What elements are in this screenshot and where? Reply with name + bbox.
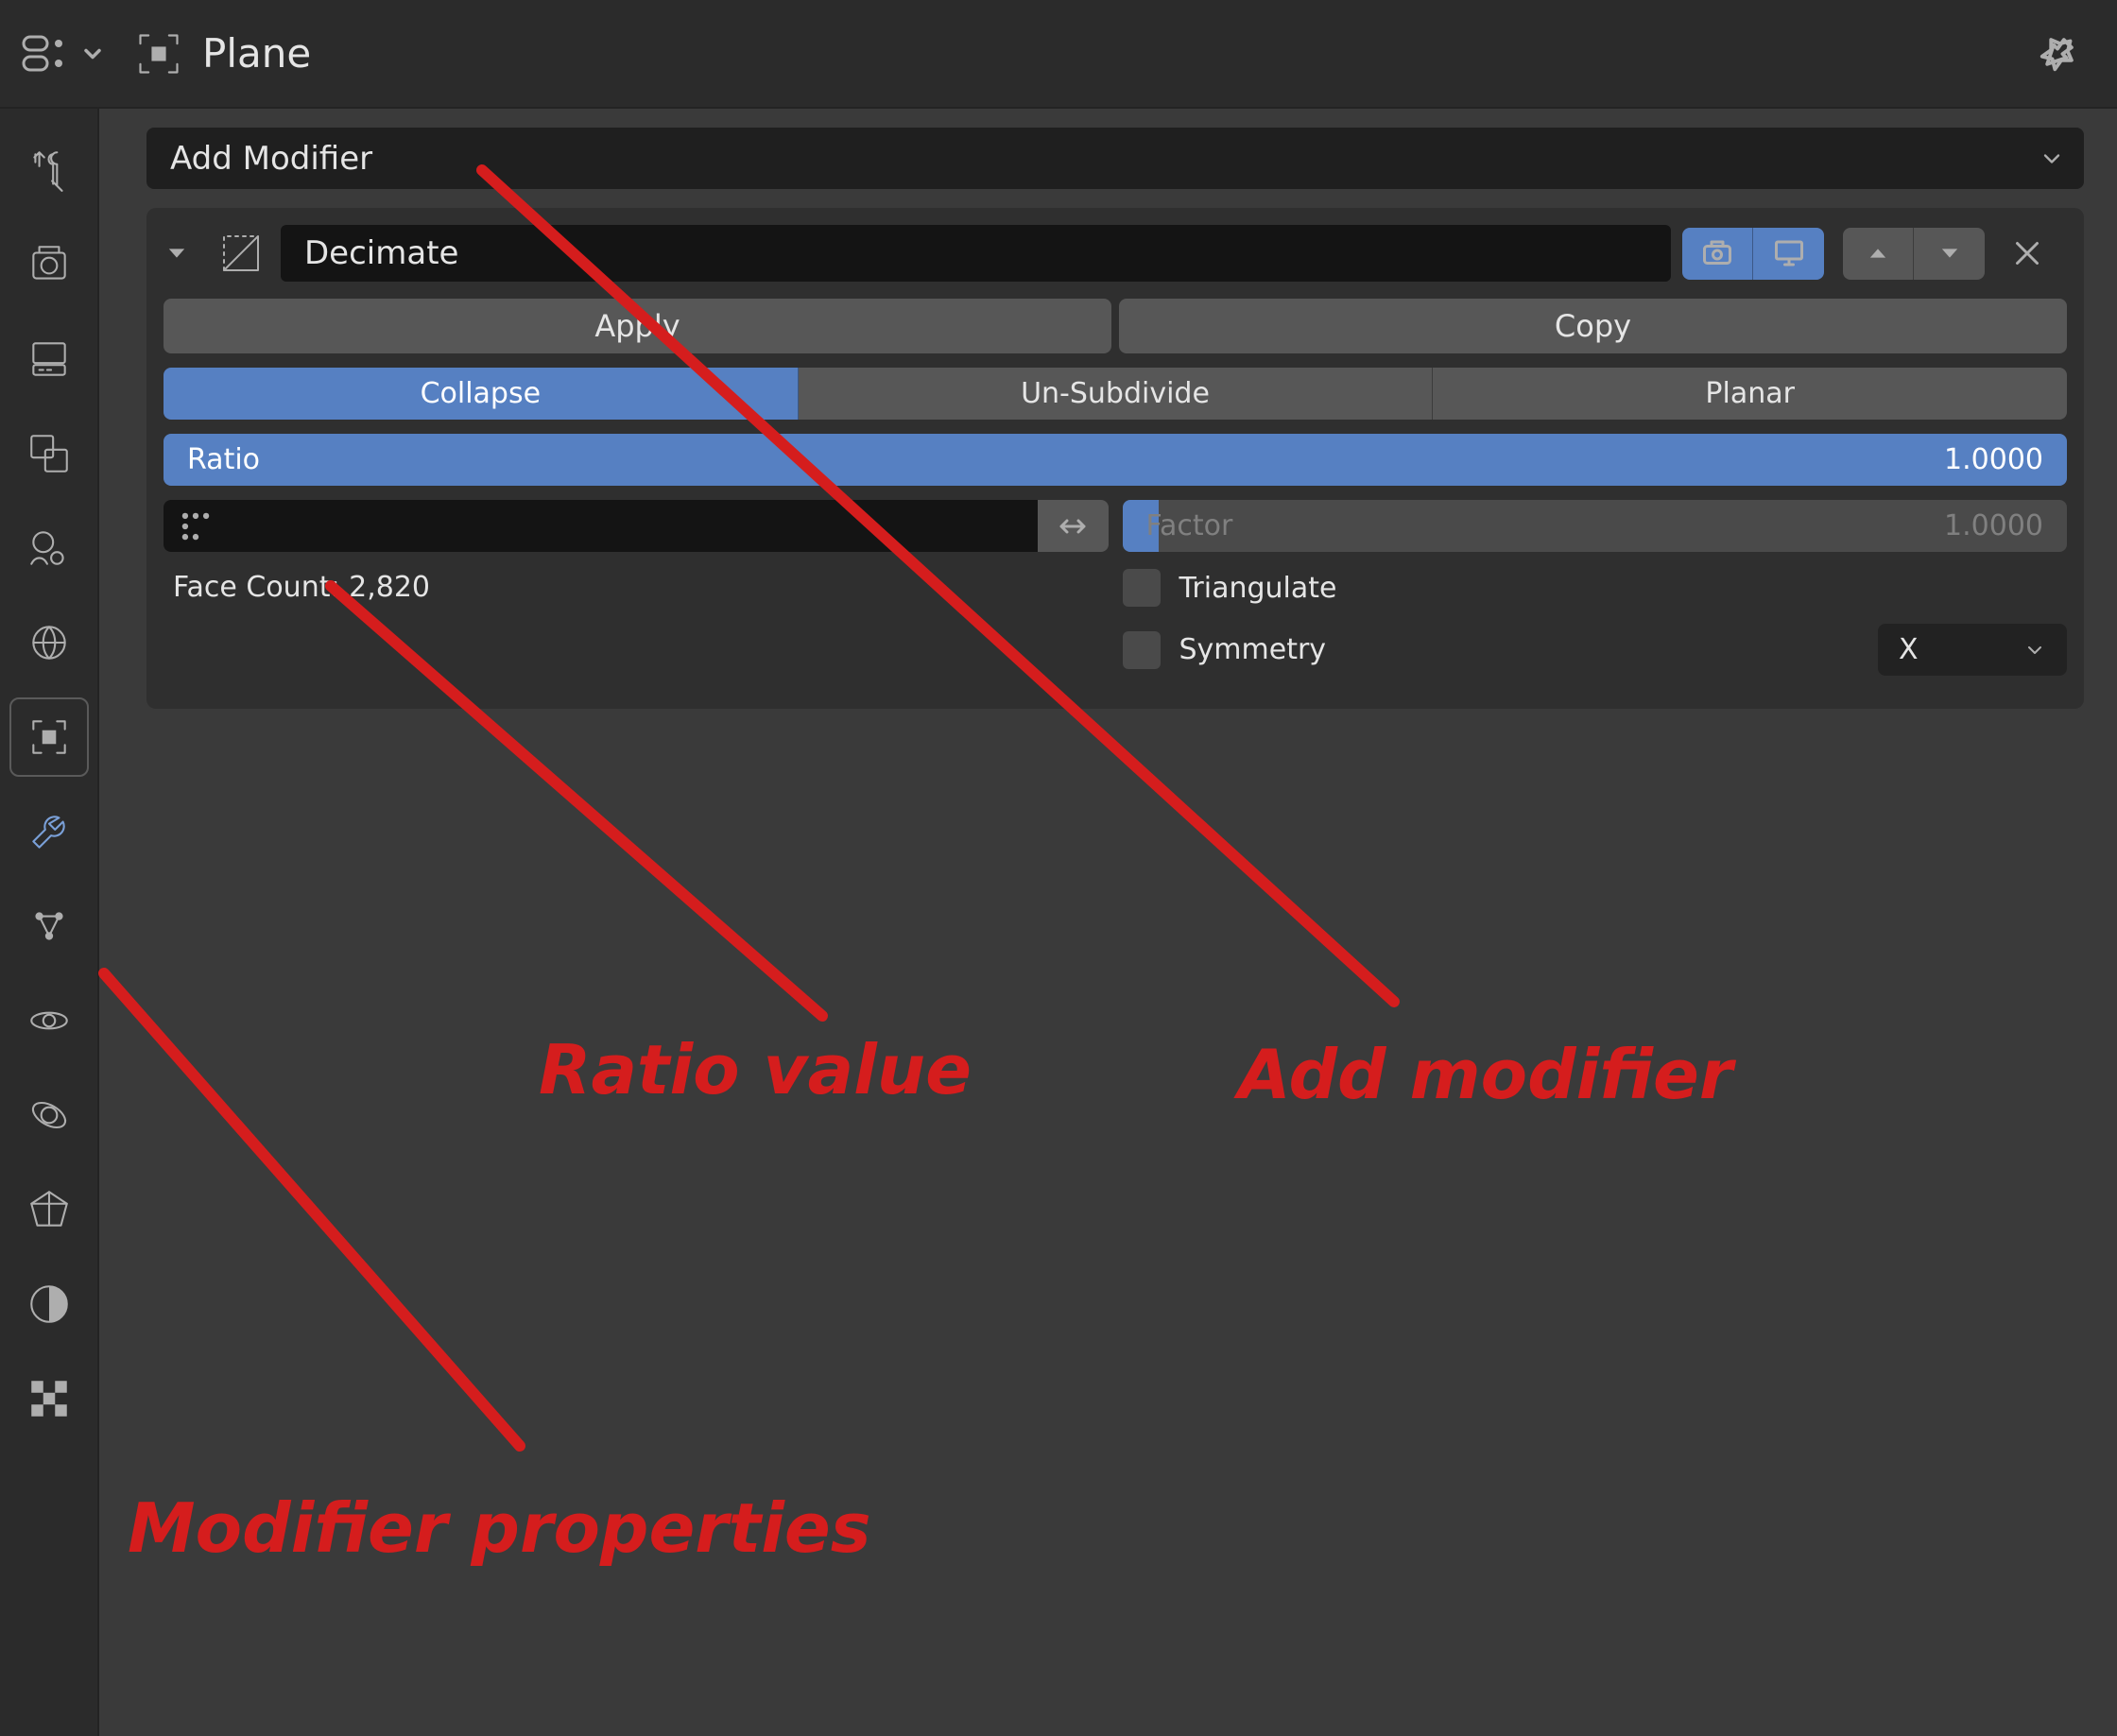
pin-icon[interactable]: [2026, 23, 2088, 84]
properties-icon: [19, 32, 76, 75]
factor-label: Factor: [1146, 509, 1233, 542]
factor-slider[interactable]: Factor 1.0000: [1123, 500, 2068, 552]
ratio-label: Ratio: [187, 443, 260, 476]
vertex-group-icon: [178, 508, 214, 544]
factor-value: 1.0000: [1944, 509, 2043, 542]
show-viewport-toggle[interactable]: [1753, 228, 1824, 280]
vertex-group-invert[interactable]: [1038, 500, 1109, 552]
modifier-panel: Add Modifier Decimate: [99, 109, 2117, 1736]
tab-constraints[interactable]: [11, 1077, 87, 1153]
chevron-down-icon: [79, 41, 106, 67]
ratio-value: 1.0000: [1944, 443, 2043, 476]
face-count-label: Face Count: 2,820: [164, 571, 1109, 604]
tab-object[interactable]: [11, 699, 87, 775]
tab-particles[interactable]: [11, 888, 87, 964]
symmetry-checkbox[interactable]: [1123, 631, 1161, 669]
add-modifier-dropdown[interactable]: Add Modifier: [146, 128, 2084, 189]
symmetry-axis-dropdown[interactable]: X: [1878, 624, 2067, 676]
tab-world[interactable]: [11, 605, 87, 680]
vertex-group-field[interactable]: [164, 500, 1038, 552]
properties-tabs: [0, 109, 99, 1736]
triangulate-label: Triangulate: [1179, 572, 1337, 605]
tab-texture[interactable]: [11, 1361, 87, 1436]
object-name: Plane: [202, 30, 311, 77]
object-icon: [134, 29, 183, 78]
tab-output[interactable]: [11, 321, 87, 397]
symmetry-label: Symmetry: [1179, 633, 1860, 666]
mode-collapse[interactable]: Collapse: [164, 368, 799, 420]
modifier-name-field[interactable]: Decimate: [281, 225, 1671, 282]
editor-type-selector[interactable]: [19, 32, 106, 75]
decimate-icon: [213, 225, 269, 282]
tab-scene[interactable]: [11, 510, 87, 586]
add-modifier-label: Add Modifier: [170, 140, 372, 178]
tab-modifiers[interactable]: [11, 794, 87, 869]
ratio-slider[interactable]: Ratio 1.0000: [164, 434, 2067, 486]
show-render-toggle[interactable]: [1682, 228, 1753, 280]
apply-button[interactable]: Apply: [164, 299, 1111, 353]
decimate-modifier: Decimate: [146, 208, 2084, 709]
chevron-down-icon: [2023, 639, 2046, 662]
properties-header: Plane: [0, 0, 2117, 109]
tab-physics[interactable]: [11, 983, 87, 1058]
tab-view-layer[interactable]: [11, 416, 87, 491]
tab-render[interactable]: [11, 227, 87, 302]
double-arrow-icon: [1056, 509, 1090, 543]
triangulate-checkbox[interactable]: [1123, 569, 1161, 607]
tab-mesh-data[interactable]: [11, 1172, 87, 1247]
mode-planar[interactable]: Planar: [1433, 368, 2067, 420]
copy-button[interactable]: Copy: [1119, 299, 2067, 353]
mode-unsubdivide[interactable]: Un-Subdivide: [799, 368, 1434, 420]
move-down-button[interactable]: [1914, 228, 1985, 280]
tab-material[interactable]: [11, 1266, 87, 1342]
object-breadcrumb[interactable]: Plane: [134, 29, 311, 78]
expand-toggle[interactable]: [164, 240, 201, 266]
monitor-icon: [1772, 236, 1806, 270]
camera-icon: [1700, 236, 1734, 270]
move-up-button[interactable]: [1843, 228, 1914, 280]
delete-modifier-button[interactable]: [2010, 236, 2067, 270]
tab-tool[interactable]: [11, 132, 87, 208]
chevron-down-icon: [2039, 146, 2065, 172]
